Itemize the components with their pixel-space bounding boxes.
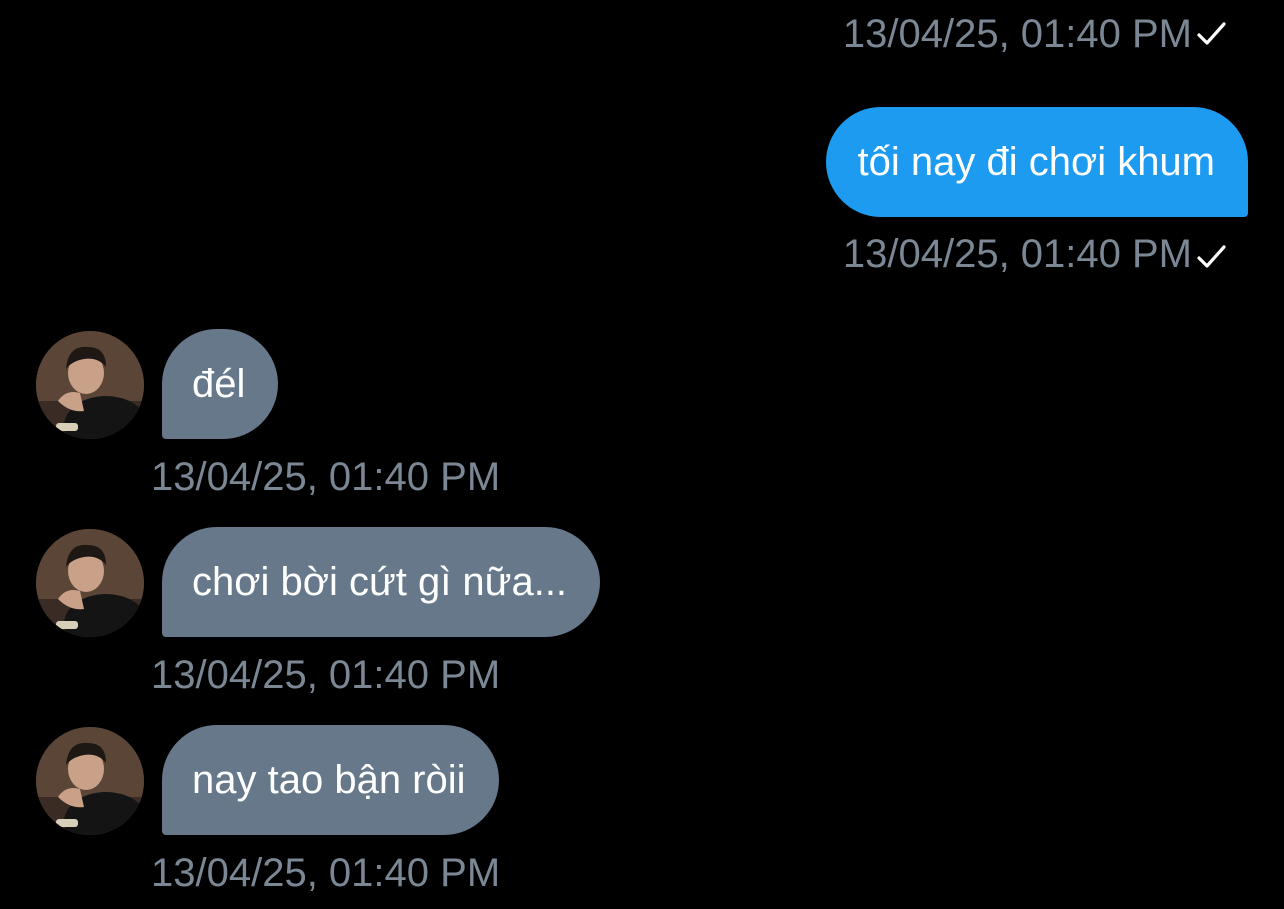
outgoing-message-bubble[interactable]: tối nay đi chơi khum [825,107,1248,217]
chat-thread: 13/04/25, 01:40 PM tối nay đi chơi khum … [0,0,1284,909]
incoming-message-bubble[interactable]: đél [162,329,279,439]
message-timestamp: 13/04/25, 01:40 PM [842,232,1192,276]
avatar[interactable] [36,529,144,637]
check-icon [1197,22,1226,45]
avatar[interactable] [36,727,144,835]
avatar[interactable] [36,331,144,439]
message-timestamp: 13/04/25, 01:40 PM [842,12,1192,56]
incoming-message-bubble[interactable]: nay tao bận ròii [162,725,499,835]
message-timestamp: 13/04/25, 01:40 PM [151,851,501,895]
message-timestamp: 13/04/25, 01:40 PM [151,455,501,499]
incoming-message-bubble[interactable]: chơi bời cứt gì nữa... [162,527,601,637]
message-timestamp: 13/04/25, 01:40 PM [151,653,501,697]
check-icon [1197,245,1226,268]
